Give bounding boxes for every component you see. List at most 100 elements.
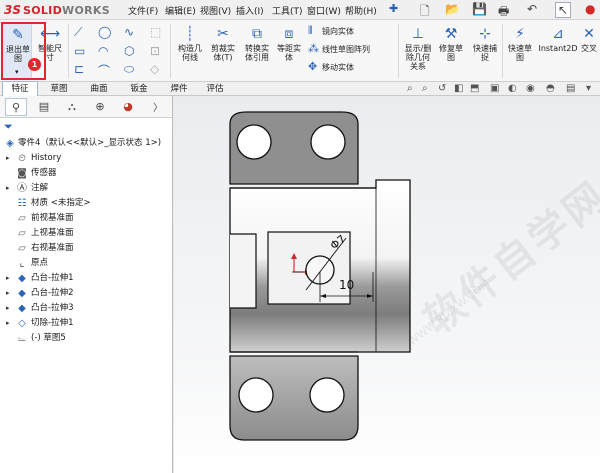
- zoom-area-icon[interactable]: ⌕: [422, 83, 428, 94]
- menu-insert[interactable]: 插入(I): [236, 4, 264, 17]
- text-icon[interactable]: ⬚: [150, 25, 161, 39]
- relations-icon: ⊥: [411, 26, 425, 42]
- tree-item-annotations[interactable]: ▸ Ⓐ 注解: [0, 181, 172, 196]
- quick-snaps-button[interactable]: ⊹ 快速捕 捉: [470, 26, 500, 62]
- tab-evaluate[interactable]: 评估: [200, 82, 230, 96]
- expand-arrow-icon[interactable]: ▸: [6, 286, 14, 301]
- linear-pattern-button[interactable]: 线性草图阵列: [322, 45, 370, 54]
- configuration-manager-tab-icon[interactable]: ⛬: [61, 98, 83, 116]
- repair-sketch-button[interactable]: ⚒ 修复草 图: [436, 26, 466, 62]
- tree-item-cut-extrude1[interactable]: ▸ ◇ 切除-拉伸1: [0, 316, 172, 331]
- select-icon[interactable]: ↖: [555, 2, 572, 18]
- previous-view-icon[interactable]: ↺: [438, 83, 446, 94]
- open-icon[interactable]: 📂: [445, 2, 460, 16]
- convert-entities-icon: ⧉: [252, 26, 262, 42]
- tree-item-history[interactable]: ▸ ⏲ History: [0, 151, 172, 166]
- part-icon: ◈: [6, 138, 14, 149]
- tree-root-part[interactable]: ◈ 零件4（默认<<默认>_显示状态 1>): [0, 136, 172, 151]
- construction-geometry-button[interactable]: ┊ 构造几 何线: [174, 26, 206, 62]
- more-icon[interactable]: ▾: [586, 83, 591, 94]
- line-icon[interactable]: ⟋: [74, 25, 82, 40]
- menu-tools[interactable]: 工具(T): [272, 4, 303, 17]
- tree-item-top-plane[interactable]: ▱ 上视基准面: [0, 226, 172, 241]
- convert-entities-button[interactable]: ⧉ 转换实 体引用: [240, 26, 274, 62]
- tree-item-sensors[interactable]: ◙ 传感器: [0, 166, 172, 181]
- edit-appearance-icon[interactable]: ◉: [526, 83, 535, 94]
- display-style-icon[interactable]: ▣: [490, 83, 499, 94]
- section-view-icon[interactable]: ◧: [454, 83, 463, 94]
- tree-item-boss-extrude2[interactable]: ▸ ◆ 凸台-拉伸2: [0, 286, 172, 301]
- expand-arrow-icon[interactable]: 〉: [153, 99, 163, 114]
- bottom-left-hole[interactable]: [238, 377, 274, 413]
- move-entities-button[interactable]: 移动实体: [322, 63, 354, 72]
- distance-dimension[interactable]: 10: [339, 278, 354, 292]
- polygon-icon[interactable]: ⬡: [124, 44, 134, 58]
- rapid-sketch-label: 快速草 图: [508, 44, 532, 62]
- expand-arrow-icon[interactable]: ▸: [6, 151, 14, 166]
- arc-icon[interactable]: ◠: [98, 44, 108, 58]
- property-manager-tab-icon[interactable]: ▤: [33, 98, 55, 116]
- tab-sketch[interactable]: 草图: [44, 82, 74, 96]
- tree-item-front-plane[interactable]: ▱ 前视基准面: [0, 211, 172, 226]
- tree-item-label: 材质 <未指定>: [31, 198, 91, 208]
- annotation-icon: Ⓐ: [17, 183, 27, 194]
- menu-edit[interactable]: 编辑(E): [165, 4, 196, 17]
- solidworks-logo[interactable]: 3S SOLIDWORKS: [4, 2, 110, 18]
- spline-icon[interactable]: ∿: [124, 25, 134, 39]
- save-icon[interactable]: 💾: [472, 2, 487, 16]
- rapid-sketch-button[interactable]: ⚡ 快速草 图: [504, 26, 536, 62]
- expand-arrow-icon[interactable]: ▸: [6, 316, 14, 331]
- intersection-curve-button[interactable]: ✕ 交叉: [578, 26, 600, 53]
- menu-view[interactable]: 视图(V): [200, 4, 231, 17]
- tree-item-material[interactable]: ☷ 材质 <未指定>: [0, 196, 172, 211]
- point-icon[interactable]: ⊡: [150, 44, 160, 58]
- tree-item-right-plane[interactable]: ▱ 右视基准面: [0, 241, 172, 256]
- graphics-area[interactable]: Φ7 10 软件自学网 WWW.RJZXW.COM: [174, 96, 600, 473]
- trim-entities-button[interactable]: ✂ 剪裁实 体(T): [206, 26, 240, 62]
- tree-item-sketch5[interactable]: ⌳ (-) 草图5: [0, 331, 172, 346]
- tree-item-boss-extrude1[interactable]: ▸ ◆ 凸台-拉伸1: [0, 271, 172, 286]
- tab-surfaces[interactable]: 曲面: [84, 82, 114, 96]
- tab-weldments[interactable]: 焊件: [164, 82, 194, 96]
- rectangle-icon[interactable]: ▭: [74, 44, 85, 58]
- apply-scene-icon[interactable]: ◓: [546, 83, 555, 94]
- tab-features[interactable]: 特征: [2, 81, 38, 97]
- mirror-entities-button[interactable]: 镜向实体: [322, 27, 354, 36]
- filter-icon[interactable]: ⏷: [4, 120, 13, 134]
- view-orientation-icon[interactable]: ⬒: [470, 83, 479, 94]
- tree-item-label: 上视基准面: [31, 228, 74, 238]
- zoom-to-fit-icon[interactable]: ⌕: [407, 83, 413, 94]
- offset-entities-button[interactable]: ⧈ 等距实 体: [274, 26, 304, 62]
- expand-arrow-icon[interactable]: ▸: [6, 271, 14, 286]
- expand-arrow-icon[interactable]: ▸: [6, 181, 14, 196]
- top-left-hole[interactable]: [236, 124, 272, 160]
- dimxpert-tab-icon[interactable]: ⊕: [89, 98, 111, 116]
- display-delete-relations-button[interactable]: ⊥ 显示/删 除几何 关系: [400, 26, 436, 71]
- menu-help[interactable]: 帮助(H): [345, 4, 377, 17]
- pin-icon[interactable]: ✚: [389, 2, 398, 15]
- tree-item-origin[interactable]: ⌞ 原点: [0, 256, 172, 271]
- left-notch[interactable]: [230, 233, 257, 309]
- callout-badge: 1: [28, 58, 41, 71]
- plane-icon: ▱: [18, 243, 26, 254]
- hide-show-icon[interactable]: ◐: [508, 83, 517, 94]
- plane-icon[interactable]: ◇: [150, 62, 159, 76]
- circle-icon[interactable]: ◯: [98, 25, 111, 39]
- fillet-icon[interactable]: ⌒: [98, 62, 110, 79]
- ellipse-icon[interactable]: ⬭: [124, 62, 134, 77]
- offset-icon: ⧈: [284, 26, 294, 42]
- rebuild-icon[interactable]: ●: [585, 2, 595, 16]
- menu-window[interactable]: 窗口(W): [307, 4, 341, 17]
- instant2d-button[interactable]: ⊿ Instant2D: [538, 26, 578, 53]
- top-right-hole[interactable]: [310, 124, 346, 160]
- tab-sheet-metal[interactable]: 钣金: [124, 82, 154, 96]
- feature-tree-tab-icon[interactable]: ⚲: [5, 97, 27, 116]
- tree-item-boss-extrude3[interactable]: ▸ ◆ 凸台-拉伸3: [0, 301, 172, 316]
- slot-icon[interactable]: ⊏: [74, 62, 84, 76]
- menu-file[interactable]: 文件(F): [128, 4, 158, 17]
- view-settings-icon[interactable]: ▤: [566, 83, 575, 94]
- undo-icon[interactable]: ↶: [527, 2, 537, 16]
- expand-arrow-icon[interactable]: ▸: [6, 301, 14, 316]
- display-manager-tab-icon[interactable]: ◕: [117, 98, 139, 116]
- bottom-right-hole[interactable]: [309, 377, 345, 413]
